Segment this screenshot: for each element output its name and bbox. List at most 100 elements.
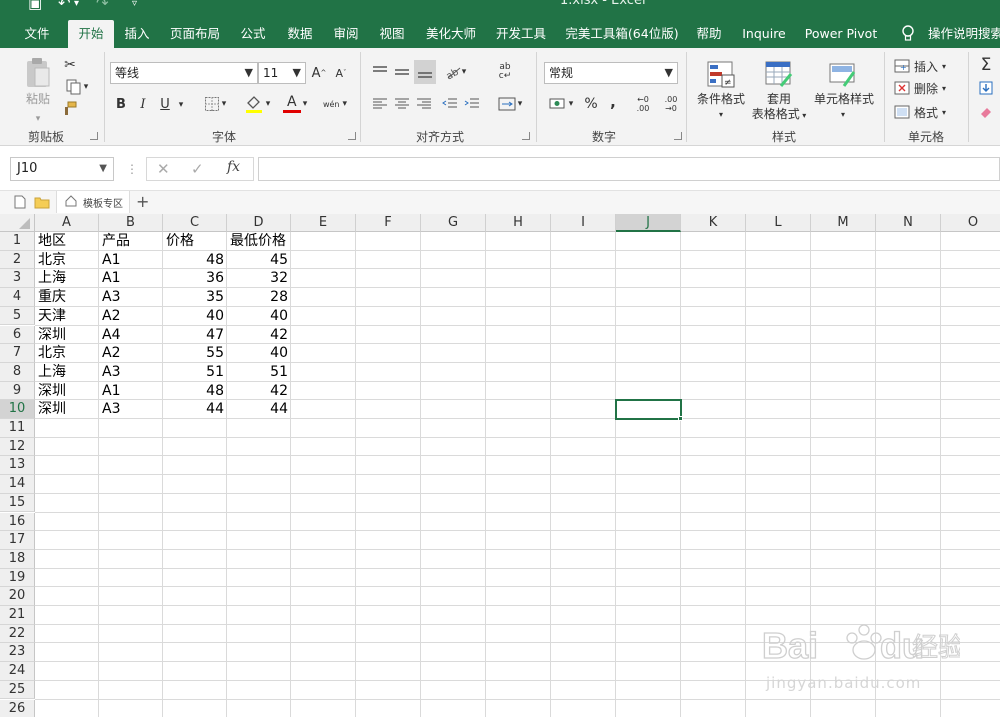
formula-bar-grip-icon[interactable]: ⋮: [126, 160, 138, 178]
increase-indent-icon[interactable]: [462, 94, 482, 114]
paste-icon[interactable]: [22, 56, 54, 90]
save-icon[interactable]: ▣: [28, 0, 42, 12]
number-format-select[interactable]: 常规 ▼: [544, 62, 678, 84]
shrink-font-icon[interactable]: Aˇ: [332, 64, 350, 82]
table-header-cell[interactable]: 最低价格: [227, 232, 291, 251]
table-cell[interactable]: 42: [227, 382, 291, 401]
template-zone-tab[interactable]: 模板专区: [56, 191, 130, 213]
clipboard-launcher-icon[interactable]: [90, 132, 98, 140]
align-center-icon[interactable]: [392, 94, 412, 114]
phonetic-guide-icon[interactable]: wén ▾: [318, 92, 352, 116]
row-header-10[interactable]: 10: [0, 400, 35, 419]
table-cell[interactable]: 深圳: [35, 400, 99, 419]
chevron-down-icon[interactable]: ▾: [716, 108, 726, 120]
row-header-20[interactable]: 20: [0, 587, 35, 606]
row-header-1[interactable]: 1: [0, 232, 35, 251]
tab-power-pivot[interactable]: Power Pivot: [800, 20, 882, 48]
tab-view[interactable]: 视图: [373, 20, 411, 48]
table-header-cell[interactable]: 地区: [35, 232, 99, 251]
column-header-a[interactable]: A: [35, 214, 99, 232]
row-header-24[interactable]: 24: [0, 662, 35, 681]
tab-review[interactable]: 审阅: [327, 20, 365, 48]
table-cell[interactable]: A1: [99, 251, 163, 270]
orientation-icon[interactable]: ab ▾: [440, 62, 470, 82]
row-header-6[interactable]: 6: [0, 325, 35, 345]
table-cell[interactable]: 北京: [35, 344, 99, 363]
row-header-11[interactable]: 11: [0, 419, 35, 438]
table-cell[interactable]: 深圳: [35, 326, 99, 345]
tab-data[interactable]: 数据: [280, 20, 320, 48]
grow-font-icon[interactable]: A ^: [310, 64, 328, 82]
cell-styles-icon[interactable]: [826, 58, 860, 92]
table-cell[interactable]: 28: [227, 288, 291, 307]
table-header-cell[interactable]: 产品: [99, 232, 163, 251]
undo-icon[interactable]: ↶: [58, 0, 71, 12]
table-cell[interactable]: 深圳: [35, 382, 99, 401]
format-painter-icon[interactable]: [60, 100, 80, 118]
align-top-icon[interactable]: [370, 62, 390, 82]
table-cell[interactable]: 40: [163, 307, 227, 326]
enter-icon[interactable]: ✓: [191, 160, 204, 178]
tab-help[interactable]: 帮助: [690, 20, 728, 48]
tab-perfect-toolbox[interactable]: 完美工具箱(64位版): [560, 20, 684, 48]
copy-icon[interactable]: ▾: [60, 78, 94, 96]
tab-page-layout[interactable]: 页面布局: [164, 20, 226, 48]
tab-inquire[interactable]: Inquire: [736, 20, 792, 48]
folder-icon[interactable]: [34, 195, 50, 212]
column-header-l[interactable]: L: [746, 214, 811, 232]
fill-down-icon[interactable]: [978, 80, 994, 96]
row-header-15[interactable]: 15: [0, 493, 35, 513]
percent-style-button[interactable]: %: [582, 94, 600, 114]
table-cell[interactable]: 40: [227, 307, 291, 326]
font-size-select[interactable]: 11 ▼: [258, 62, 306, 84]
align-left-icon[interactable]: [370, 94, 390, 114]
selected-cell-border[interactable]: [615, 399, 682, 420]
fill-color-icon[interactable]: ▾: [240, 92, 274, 116]
tell-me-search[interactable]: 操作说明搜索: [928, 20, 1000, 48]
column-header-e[interactable]: E: [291, 214, 356, 232]
row-header-22[interactable]: 22: [0, 624, 35, 644]
cut-icon[interactable]: ✂: [60, 56, 80, 74]
column-header-f[interactable]: F: [356, 214, 421, 232]
table-cell[interactable]: 天津: [35, 307, 99, 326]
table-cell[interactable]: 55: [163, 344, 227, 363]
table-cell[interactable]: 32: [227, 269, 291, 288]
cancel-icon[interactable]: ✕: [157, 160, 170, 178]
row-header-17[interactable]: 17: [0, 531, 35, 550]
row-header-13[interactable]: 13: [0, 456, 35, 476]
row-header-7[interactable]: 7: [0, 344, 35, 363]
font-color-icon[interactable]: A ▾: [278, 92, 312, 116]
lightbulb-icon[interactable]: [898, 20, 918, 48]
align-right-icon[interactable]: [414, 94, 434, 114]
conditional-formatting-icon[interactable]: ≠: [704, 58, 738, 92]
column-header-i[interactable]: I: [551, 214, 616, 232]
table-cell[interactable]: 45: [227, 251, 291, 270]
underline-button[interactable]: U: [156, 94, 174, 114]
column-header-o[interactable]: O: [941, 214, 1000, 232]
table-cell[interactable]: 51: [227, 363, 291, 382]
row-header-8[interactable]: 8: [0, 362, 35, 382]
tab-formulas[interactable]: 公式: [234, 20, 272, 48]
decrease-decimal-icon[interactable]: .00 →0: [658, 92, 684, 116]
table-cell[interactable]: 40: [227, 344, 291, 363]
alignment-launcher-icon[interactable]: [522, 132, 530, 140]
tab-insert[interactable]: 插入: [118, 20, 156, 48]
autosum-icon[interactable]: Σ: [976, 54, 996, 76]
table-cell[interactable]: 44: [227, 400, 291, 419]
table-cell[interactable]: 47: [163, 326, 227, 345]
format-cells-button[interactable]: 格式 ▾: [894, 102, 962, 122]
select-all-corner[interactable]: [0, 214, 35, 232]
add-tab-icon[interactable]: +: [136, 192, 149, 211]
insert-function-icon[interactable]: fx: [227, 159, 240, 175]
row-header-18[interactable]: 18: [0, 549, 35, 569]
row-header-3[interactable]: 3: [0, 269, 35, 289]
table-cell[interactable]: 重庆: [35, 288, 99, 307]
table-cell[interactable]: A1: [99, 382, 163, 401]
table-cell[interactable]: A4: [99, 326, 163, 345]
column-header-k[interactable]: K: [681, 214, 746, 232]
redo-icon[interactable]: ↷: [96, 0, 109, 12]
comma-style-button[interactable]: ,: [604, 92, 622, 112]
table-cell[interactable]: 51: [163, 363, 227, 382]
delete-cells-button[interactable]: 删除 ▾: [894, 78, 962, 98]
table-cell[interactable]: A2: [99, 307, 163, 326]
